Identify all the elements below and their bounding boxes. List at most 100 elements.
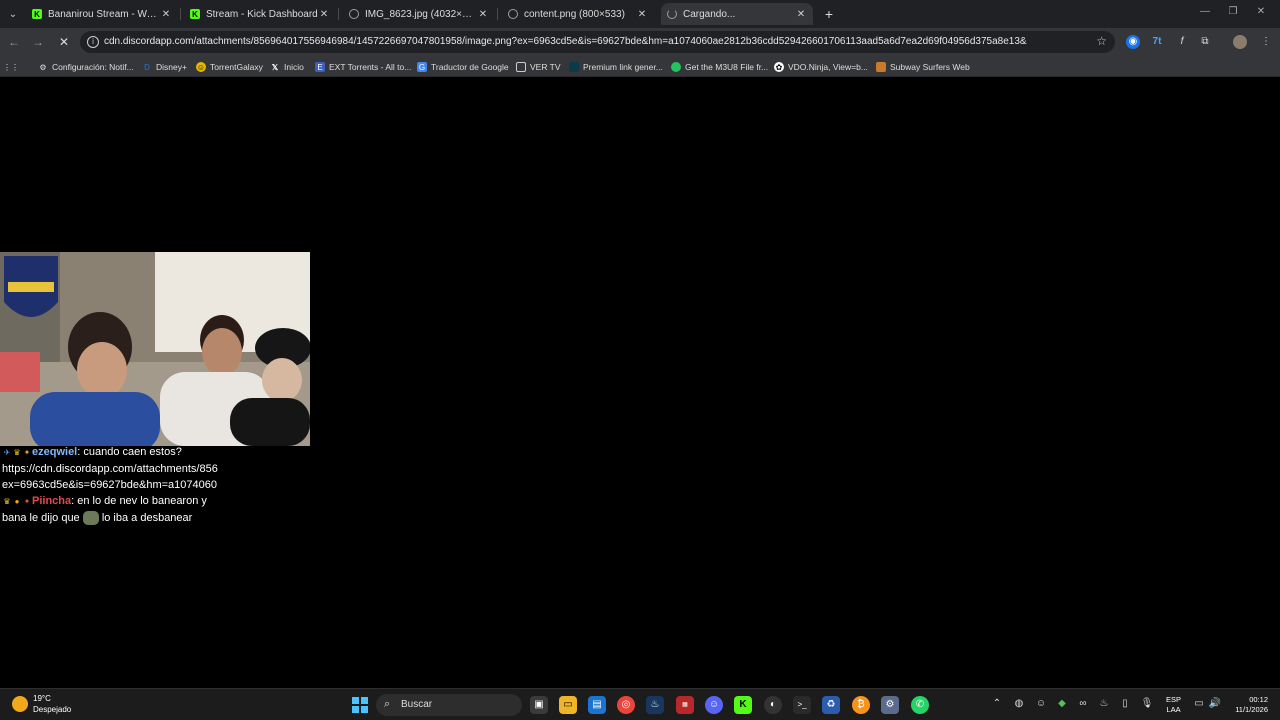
bookmark-ext-torrents[interactable]: E EXT Torrents - All to... xyxy=(315,60,411,74)
browser-toolbar: ← → ✕ i cdn.discordapp.com/attachments/8… xyxy=(0,28,1280,56)
bookmark-inicio[interactable]: 𝕏 Inicio xyxy=(270,60,304,74)
crown-badge-icon: ♛ xyxy=(13,448,21,457)
taskbar-search[interactable]: ⌕ Buscar xyxy=(376,694,522,716)
close-icon[interactable]: ✕ xyxy=(318,9,330,20)
coin-badge-icon: ● xyxy=(14,497,20,506)
kick-icon[interactable]: K xyxy=(734,696,752,714)
address-bar[interactable]: i cdn.discordapp.com/attachments/8569640… xyxy=(80,31,1115,53)
chat-message: ♛ ● ✦ Piincha: en lo de nev lo banearon y xyxy=(2,493,222,510)
chat-text-line: bana le dijo que lo iba a desbanear xyxy=(2,510,222,526)
bookmark-vdo-ninja[interactable]: ✿ VDO.Ninja, View=b... xyxy=(774,60,868,74)
close-icon[interactable]: ✕ xyxy=(160,9,172,20)
chevron-up-icon[interactable]: ⌃ xyxy=(990,698,1004,709)
start-button[interactable] xyxy=(352,697,368,713)
whatsapp-icon[interactable]: ✆ xyxy=(911,696,929,714)
chat-username[interactable]: Piincha xyxy=(32,495,71,507)
close-icon[interactable]: ✕ xyxy=(795,9,807,20)
close-icon[interactable]: ✕ xyxy=(477,9,489,20)
back-icon[interactable]: ← xyxy=(6,34,22,50)
chat-text: ex=6963cd5e&is=69627bde&hm=a1074060 xyxy=(2,479,217,491)
file-explorer-icon[interactable]: ▭ xyxy=(559,696,577,714)
webcam-video xyxy=(0,252,310,446)
new-tab-icon[interactable]: + xyxy=(822,6,836,22)
bookmark-subway-surfers[interactable]: Subway Surfers Web xyxy=(876,60,970,74)
function-extension-icon[interactable]: f xyxy=(1175,35,1189,49)
translate-extension-icon[interactable]: 7t xyxy=(1150,35,1164,49)
bookmark-premium-link[interactable]: Premium link gener... xyxy=(569,60,663,74)
media-app-icon[interactable]: ▦ xyxy=(676,696,694,714)
chat-text: https://cdn.discordapp.com/attachments/8… xyxy=(2,463,218,475)
weather-desc: Despejado xyxy=(33,705,72,714)
restore-icon[interactable]: ❐ xyxy=(1226,6,1240,17)
language-indicator[interactable]: ESP LAA xyxy=(1166,695,1181,715)
extensions-puzzle-icon[interactable]: ⧉ xyxy=(1198,35,1212,49)
tab-kick-dashboard[interactable]: K Stream - Kick Dashboard ✕ xyxy=(184,3,336,25)
tab-content-png[interactable]: content.png (800×533) ✕ xyxy=(502,3,654,25)
gift-badge-icon: ✦ xyxy=(23,497,31,506)
bookmark-torrentgalaxy[interactable]: ☺ TorrentGalaxy xyxy=(196,60,263,74)
steam-icon[interactable]: ♨ xyxy=(646,696,664,714)
close-icon[interactable]: ✕ xyxy=(636,9,648,20)
apps-grid-icon[interactable]: ⋮⋮ xyxy=(3,60,20,74)
obs-icon[interactable]: ◐ xyxy=(764,696,782,714)
bookmark-traductor[interactable]: G Traductor de Google xyxy=(417,60,509,74)
recycle-app-icon[interactable]: ♻ xyxy=(822,696,840,714)
tray-app-icon[interactable]: ◍ xyxy=(1012,698,1026,709)
tab-title: IMG_8623.jpg (4032×3024) xyxy=(365,8,477,20)
task-view-icon[interactable]: ▣ xyxy=(530,696,548,714)
extension-blue-icon[interactable]: ◉ xyxy=(1126,35,1140,49)
tab-title: Bananirou Stream - Watch Live xyxy=(48,8,160,20)
bookmark-configuracion[interactable]: ⚙ Configuración: Notif... xyxy=(38,60,133,74)
kick-icon: K xyxy=(32,9,42,19)
weather-widget[interactable]: 19°C Despejado xyxy=(12,693,71,715)
stop-loading-icon[interactable]: ✕ xyxy=(56,34,72,50)
store-icon[interactable]: ▤ xyxy=(588,696,606,714)
url-text[interactable]: cdn.discordapp.com/attachments/856964017… xyxy=(104,36,1027,47)
bookmarks-bar: ⋮⋮ ⚙ Configuración: Notif... D Disney+ ☺ To… xyxy=(0,56,1280,77)
profile-avatar[interactable] xyxy=(1233,35,1247,49)
m3u8-icon xyxy=(671,62,681,72)
minimize-icon[interactable]: — xyxy=(1198,6,1212,17)
site-info-icon[interactable]: i xyxy=(87,36,99,48)
bookmark-disney[interactable]: D Disney+ xyxy=(142,60,187,74)
microphone-icon[interactable]: 🎙 xyxy=(1140,698,1154,709)
sword-badge-icon: ✈ xyxy=(3,448,11,457)
sun-icon xyxy=(12,696,28,712)
link-tray-icon[interactable]: ∞ xyxy=(1076,698,1090,709)
steam-tray-icon[interactable]: ♨ xyxy=(1097,698,1111,709)
tab-cargando[interactable]: Cargando... ✕ xyxy=(661,3,813,25)
windows-taskbar: 19°C Despejado ⌕ Buscar ▣ ▭ ▤ ◎ ♨ ▦ ☺ K … xyxy=(0,688,1280,720)
bitcoin-icon[interactable]: ₿ xyxy=(852,696,870,714)
settings-app-icon[interactable]: ⚙ xyxy=(881,696,899,714)
chat-overlay: ✈ ♛ ✦ ezeqwiel: cuando caen estos? https://… xyxy=(2,444,222,526)
disney-icon: D xyxy=(144,62,150,72)
crown-badge-icon: ♛ xyxy=(3,497,11,506)
tab-bananirou-stream[interactable]: K Bananirou Stream - Watch Live ✕ xyxy=(26,3,178,25)
chat-username[interactable]: ezeqwiel xyxy=(32,446,77,458)
system-clock[interactable]: 00:12 11/1/2026 xyxy=(1228,695,1268,715)
close-window-icon[interactable]: ✕ xyxy=(1254,6,1268,17)
bookmark-star-icon[interactable]: ☆ xyxy=(1096,34,1107,48)
discord-icon[interactable]: ☺ xyxy=(705,696,723,714)
bookmark-ver-tv[interactable]: VER TV xyxy=(516,60,561,74)
tab-img-8623[interactable]: IMG_8623.jpg (4032×3024) ✕ xyxy=(343,3,495,25)
ext-icon: E xyxy=(315,62,325,72)
tab-search-chevron-icon[interactable]: ⌄ xyxy=(4,5,22,23)
discord-tray-icon[interactable]: ☺ xyxy=(1034,698,1048,709)
forward-icon[interactable]: → xyxy=(30,34,46,50)
menu-dots-icon[interactable]: ⋮ xyxy=(1259,35,1273,49)
network-icon[interactable]: ▭ xyxy=(1192,698,1206,709)
kick-icon: K xyxy=(190,9,200,19)
globe-icon xyxy=(508,9,518,19)
tab-strip: ⌄ K Bananirou Stream - Watch Live ✕ K St… xyxy=(0,0,1280,28)
volume-icon[interactable]: 🔊 xyxy=(1208,698,1222,709)
chrome-icon[interactable]: ◎ xyxy=(617,696,635,714)
bookmark-m3u8[interactable]: Get the M3U8 File fr... xyxy=(671,60,768,74)
link-icon xyxy=(569,62,579,72)
terminal-icon[interactable]: >_ xyxy=(793,696,811,714)
chat-text: : cuando caen estos? xyxy=(77,446,182,458)
usb-tray-icon[interactable]: ▯ xyxy=(1118,698,1132,709)
vdo-ninja-icon: ✿ xyxy=(774,62,784,72)
clock-time: 00:12 xyxy=(1249,695,1268,704)
nvidia-tray-icon[interactable]: ◆ xyxy=(1055,698,1069,709)
